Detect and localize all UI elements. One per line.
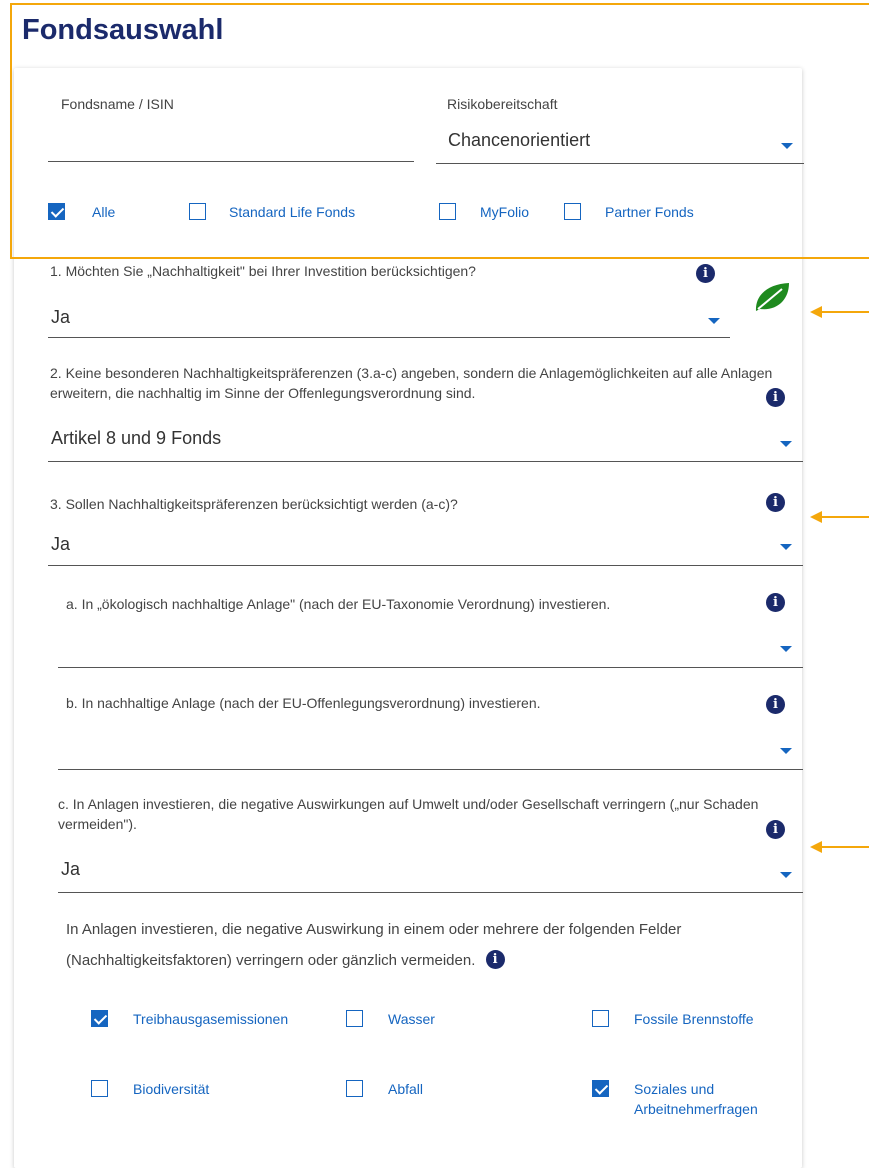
question-3-value: Ja [51,534,71,554]
info-icon[interactable]: i [766,493,785,512]
factor-label: Biodiversität [133,1081,210,1097]
question-2-select[interactable]: Artikel 8 und 9 Fonds [48,422,803,460]
fund-name-label: Fondsname / ISIN [61,96,174,112]
question-1-select[interactable]: Ja [48,302,730,336]
question-3b-select[interactable] [58,732,803,768]
question-3b-underline [58,769,803,770]
question-2-text: 2. Keine besonderen Nachhaltigkeitspräfe… [50,365,773,401]
info-icon[interactable]: i [696,264,715,283]
chevron-down-icon [708,318,720,324]
factor-label: Wasser [388,1011,435,1027]
highlight-box-left [10,3,12,258]
category-label: Standard Life Fonds [229,204,356,220]
checkbox-treibhaus[interactable] [91,1010,108,1027]
question-1-text: 1. Möchten Sie „Nachhaltigkeit" bei Ihre… [50,263,476,279]
pointer-arrow-icon [810,841,822,853]
checkbox-biodiversitaet[interactable] [91,1080,108,1097]
info-icon[interactable]: i [485,949,505,969]
risk-underline [436,163,804,164]
fund-name-underline [48,161,414,162]
leaf-icon [752,280,792,319]
checkbox-partner[interactable] [564,203,581,220]
info-icon[interactable]: i [766,695,785,714]
question-3c-select[interactable]: Ja [58,853,803,891]
chevron-down-icon [780,646,792,652]
pointer-arrow-line [822,311,869,313]
category-label: Alle [92,204,116,220]
chevron-down-icon [780,748,792,754]
checkbox-fossile[interactable] [592,1010,609,1027]
checkbox-alle[interactable] [48,203,65,220]
fund-selection-card [14,68,802,1168]
highlight-box-bottom [10,257,869,259]
info-icon[interactable]: i [766,820,785,839]
checkbox-wasser[interactable] [346,1010,363,1027]
chevron-down-icon [781,143,793,149]
chevron-down-icon [780,544,792,550]
question-3a-text: a. In „ökologisch nachhaltige Anlage" (n… [66,596,611,612]
question-3c-value: Ja [61,859,81,879]
checkbox-standard-life[interactable] [189,203,206,220]
checkbox-myfolio[interactable] [439,203,456,220]
question-3c-underline [58,892,803,893]
pointer-arrow-line [822,516,869,518]
factor-label: Abfall [388,1081,424,1097]
risk-label: Risikobereitschaft [447,96,558,112]
factor-label: Treibhausgasemissionen [133,1011,289,1027]
pointer-arrow-line [822,846,869,848]
question-2-underline [48,461,803,462]
question-3b-text: b. In nachhaltige Anlage (nach der EU-Of… [66,695,541,711]
pointer-arrow-icon [810,511,822,523]
fund-name-input[interactable] [48,120,414,160]
page-title: Fondsauswahl [22,14,224,46]
chevron-down-icon [780,441,792,447]
question-3-underline [48,565,803,566]
chevron-down-icon [780,872,792,878]
checkbox-abfall[interactable] [346,1080,363,1097]
risk-value: Chancenorientiert [448,130,591,150]
category-label: MyFolio [480,204,530,220]
question-3-select[interactable]: Ja [48,530,803,564]
highlight-box-top [10,3,869,5]
risk-select[interactable]: Chancenorientiert [436,120,804,162]
factor-label: Soziales und Arbeitnehmerfragen [634,1081,758,1117]
factors-intro-text: In Anlagen investieren, die negative Aus… [66,921,682,969]
question-3c-text: c. In Anlagen investieren, die negative … [58,796,759,832]
factors-intro: In Anlagen investieren, die negative Aus… [66,914,790,976]
question-3a-select[interactable] [58,630,803,666]
factor-label: Fossile Brennstoffe [634,1011,754,1027]
info-icon[interactable]: i [766,388,785,407]
question-3a-underline [58,667,803,668]
question-2-value: Artikel 8 und 9 Fonds [51,428,222,448]
question-1-value: Ja [51,307,71,327]
question-1-underline [48,337,730,338]
pointer-arrow-icon [810,306,822,318]
checkbox-soziales[interactable] [592,1080,609,1097]
question-3-text: 3. Sollen Nachhaltigkeitspräferenzen ber… [50,496,458,512]
info-icon[interactable]: i [766,593,785,612]
category-label: Partner Fonds [605,204,694,220]
